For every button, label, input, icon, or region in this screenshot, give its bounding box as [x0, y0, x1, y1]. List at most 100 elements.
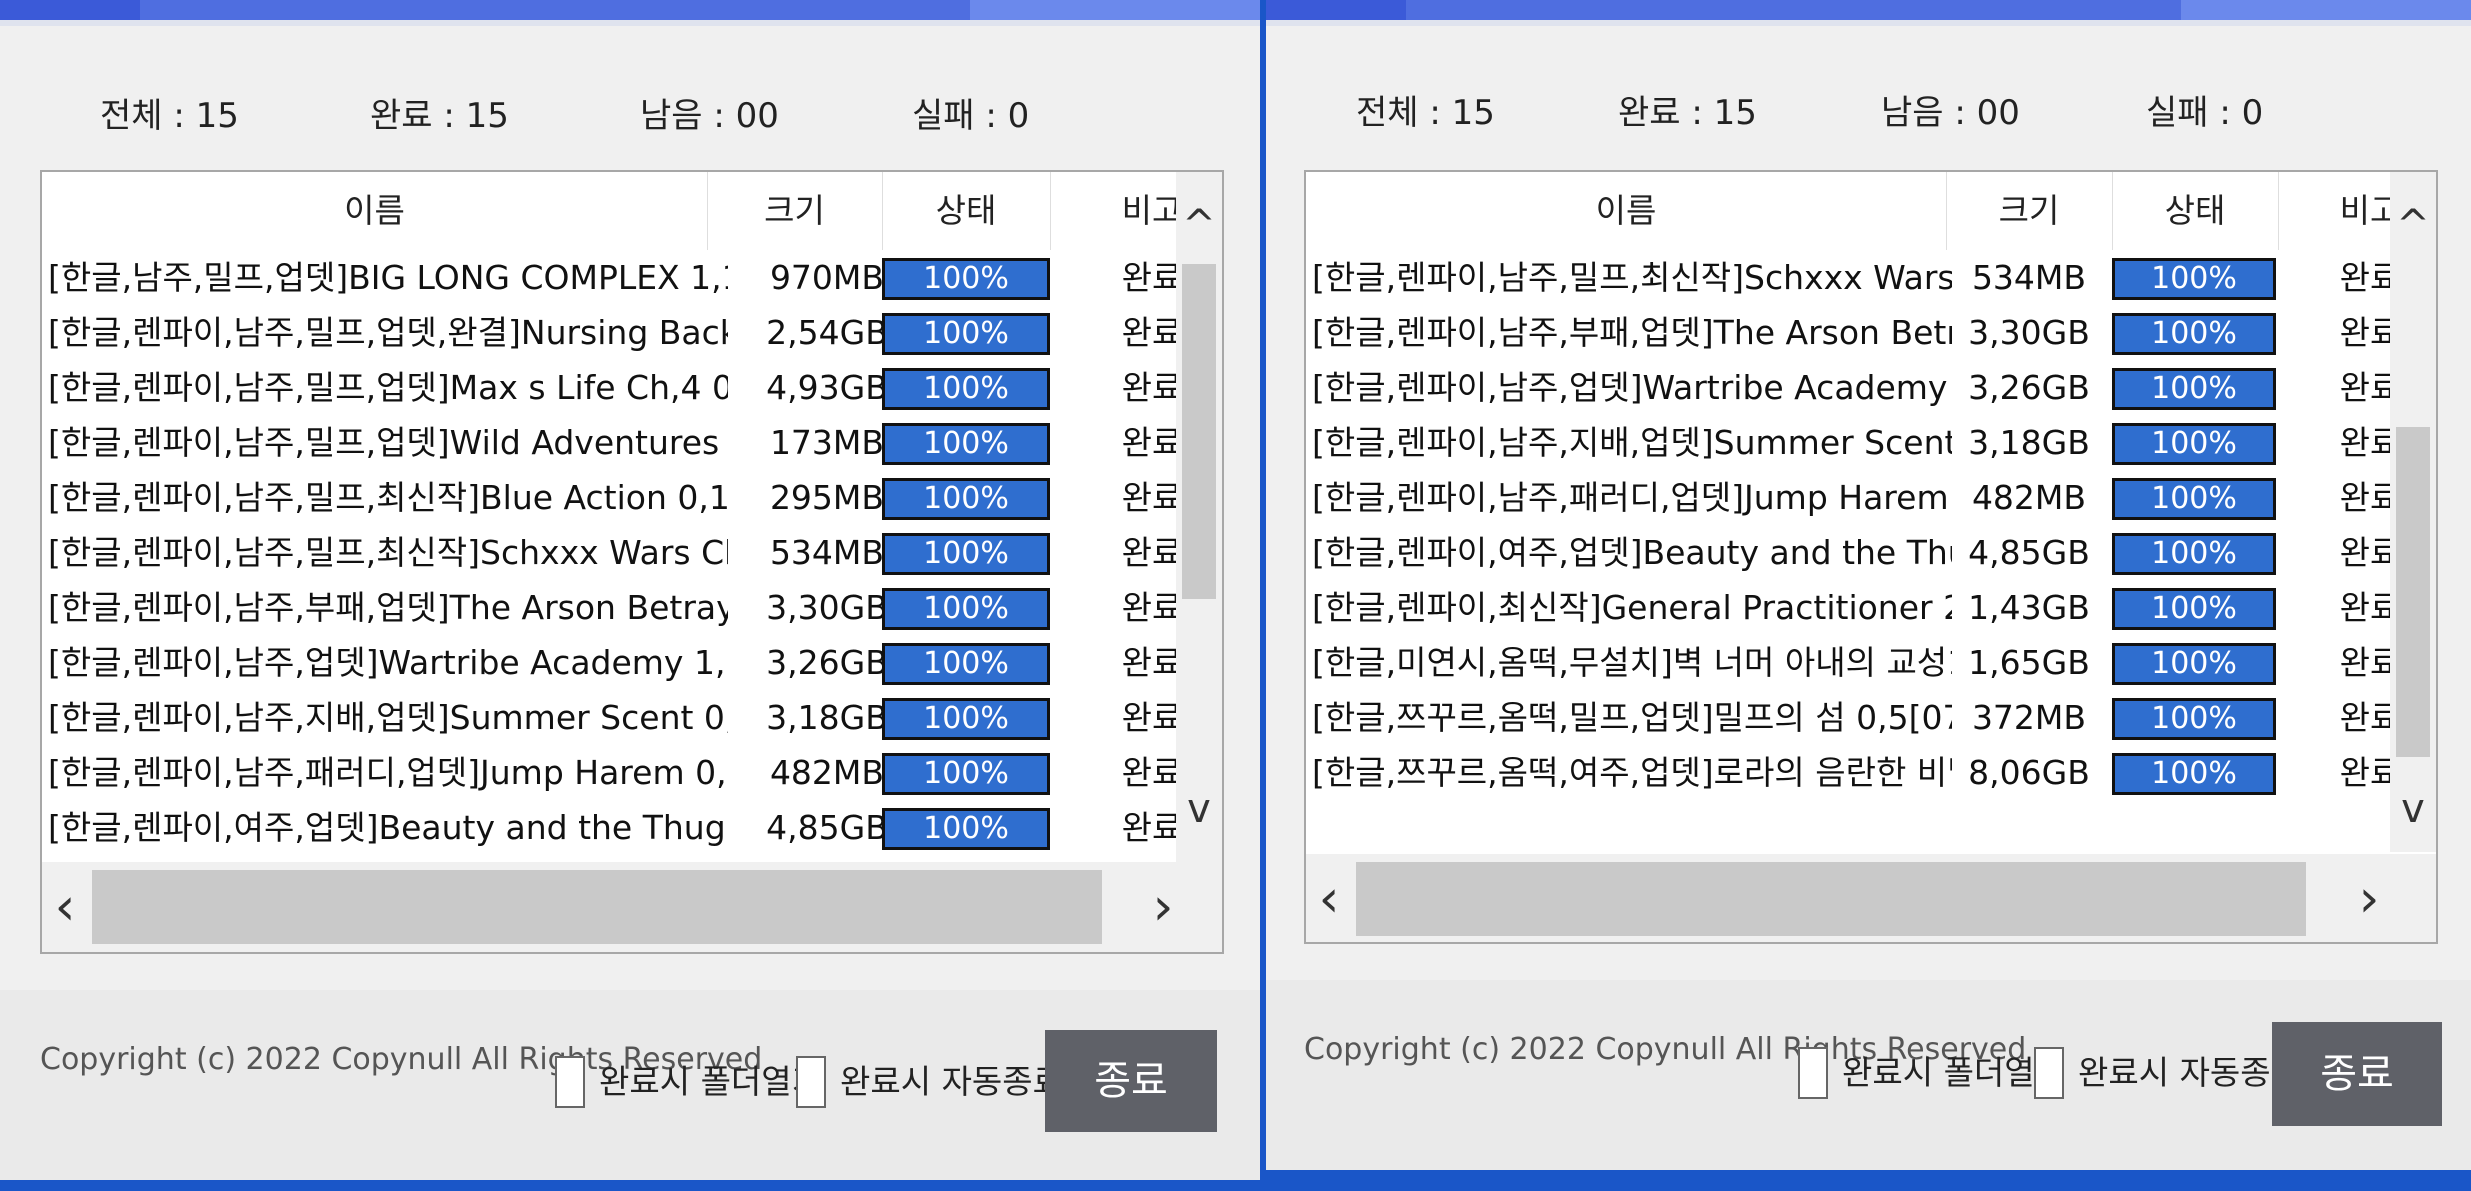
column-separator[interactable] — [1050, 172, 1051, 250]
scroll-right-icon[interactable]: › — [1140, 878, 1186, 936]
progress-bar: 100% — [2112, 643, 2276, 685]
table-row[interactable]: [한글,렌파이,남주,지배,업뎃]Summer Scent 0,6,2[07,2… — [1306, 415, 2400, 470]
title-bar[interactable] — [0, 0, 1260, 26]
column-header-name[interactable]: 이름 — [1306, 172, 1946, 250]
horizontal-scroll-thumb[interactable] — [1356, 862, 2306, 936]
exit-button[interactable]: 종료 — [1045, 1030, 1217, 1132]
table-row[interactable]: [한글,렌파이,남주,밀프,업뎃,완결]Nursing Back to Plea… — [42, 305, 1182, 360]
table-row[interactable]: [한글,렌파이,남주,부패,업뎃]The Arson Betrayal 0,5,… — [1306, 305, 2400, 360]
table-row[interactable]: [한글,렌파이,남주,업뎃]Wartribe Academy 1,5,1[07,… — [1306, 360, 2400, 415]
table-row[interactable]: [한글,미연시,옴떡,무설치]벽 너머 아내의 교성1 [07,22],zip,… — [1306, 635, 2400, 690]
checkbox-label: 완료시 폴더열기 — [599, 1062, 823, 1101]
table-row[interactable]: [한글,렌파이,여주,업뎃]Beauty and the Thug 0,1,1c… — [1306, 525, 2400, 580]
download-window-left: 전체 : 15 완료 : 15 남음 : 00 실패 : 0 이름 크기 상태 … — [0, 0, 1260, 1180]
stat-remaining: 남음 : 00 — [1881, 93, 2020, 133]
column-header-size[interactable]: 크기 — [707, 172, 882, 250]
file-size: 1,43GB — [1968, 588, 2090, 627]
column-header-status[interactable]: 상태 — [882, 172, 1050, 250]
title-bar-segment — [970, 0, 1260, 20]
title-bar-segment — [1266, 0, 1406, 20]
checkbox-box[interactable] — [1798, 1047, 1828, 1099]
title-bar-segment — [0, 0, 140, 20]
file-size: 534MB — [1971, 258, 2087, 297]
column-header-status[interactable]: 상태 — [2112, 172, 2278, 250]
progress-bar: 100% — [882, 698, 1050, 740]
horizontal-scroll-thumb[interactable] — [92, 870, 1102, 944]
table-row[interactable]: [한글,렌파이,여주,업뎃]Beauty and the Thug 0,1,1c… — [42, 800, 1182, 855]
scroll-up-icon[interactable]: ^ — [1176, 200, 1222, 250]
progress-bar: 100% — [2112, 478, 2276, 520]
scroll-down-icon[interactable]: v — [2390, 784, 2436, 834]
file-size: 8,06GB — [1968, 753, 2090, 792]
file-name: [한글,렌파이,남주,부패,업뎃]The Arson Betrayal 0,5,… — [48, 588, 728, 627]
file-size: 482MB — [1971, 478, 2087, 517]
file-name: [한글,렌파이,남주,지배,업뎃]Summer Scent 0,6,2[07,2… — [1312, 423, 1952, 462]
progress-bar: 100% — [882, 808, 1050, 850]
vertical-scrollbar[interactable]: ^ v — [1176, 172, 1222, 862]
checkbox-box[interactable] — [796, 1056, 826, 1108]
title-bar[interactable] — [1266, 0, 2471, 26]
table-row[interactable]: [한글,렌파이,최신작]General Practitioner 2 0,08[… — [1306, 580, 2400, 635]
table-row[interactable]: [한글,렌파이,남주,지배,업뎃]Summer Scent 0,6,2[07,2… — [42, 690, 1182, 745]
table-row[interactable]: [한글,렌파이,남주,밀프,최신작]Blue Action 0,1[07,22]… — [42, 470, 1182, 525]
scroll-left-icon[interactable]: ‹ — [42, 878, 88, 936]
progress-bar: 100% — [2112, 258, 2276, 300]
open-folder-checkbox[interactable]: 완료시 폴더열기 — [555, 1052, 822, 1112]
scroll-up-icon[interactable]: ^ — [2390, 200, 2436, 250]
auto-exit-checkbox[interactable]: 완료시 자동종료 — [2034, 1043, 2301, 1103]
vertical-scroll-thumb[interactable] — [1182, 264, 1216, 599]
file-size: 3,26GB — [1968, 368, 2090, 407]
checkbox-label: 완료시 자동종료 — [2078, 1053, 2302, 1092]
file-name: [한글,렌파이,남주,밀프,업뎃,완결]Nursing Back to Plea… — [48, 313, 728, 352]
table-row[interactable]: [한글,렌파이,남주,부패,업뎃]The Arson Betrayal 0,5,… — [42, 580, 1182, 635]
column-header-name[interactable]: 이름 — [42, 172, 707, 250]
file-list[interactable]: 이름 크기 상태 비고 [한글,남주,밀프,업뎃]BIG LONG COMPLE… — [40, 170, 1224, 954]
table-row[interactable]: [한글,렌파이,남주,밀프,최신작]Schxxx Wars Ch,0,4[07,… — [42, 525, 1182, 580]
file-size: 4,85GB — [1968, 533, 2090, 572]
table-row[interactable]: [한글,쯔꾸르,옴떡,밀프,업뎃]밀프의 섬 0,5[07,22],zip,ez… — [1306, 690, 2400, 745]
file-name: [한글,렌파이,남주,밀프,최신작]Schxxx Wars Ch,0,4[07,… — [1312, 258, 1952, 297]
stat-total: 전체 : 15 — [100, 96, 239, 136]
vertical-scroll-thumb[interactable] — [2396, 427, 2430, 757]
file-name: [한글,쯔꾸르,옴떡,여주,업뎃]로라의 음란한 비밀 1,2[07,22][강 — [1312, 753, 1952, 792]
table-row[interactable]: [한글,남주,밀프,업뎃]BIG LONG COMPLEX 1,1[07,22]… — [42, 250, 1182, 305]
stat-failed: 실패 : 0 — [2146, 93, 2264, 133]
table-row[interactable]: [한글,렌파이,남주,밀프,업뎃]Max s Life Ch,4 0,44[07… — [42, 360, 1182, 415]
horizontal-scrollbar[interactable]: ‹ › — [1306, 854, 2436, 942]
progress-bar: 100% — [882, 423, 1050, 465]
file-name: [한글,렌파이,남주,밀프,업뎃]Max s Life Ch,4 0,44[07… — [48, 368, 728, 407]
file-name: [한글,렌파이,남주,업뎃]Wartribe Academy 1,5,1[07,… — [48, 643, 728, 682]
scroll-left-icon[interactable]: ‹ — [1306, 870, 1352, 928]
file-name: [한글,렌파이,남주,업뎃]Wartribe Academy 1,5,1[07,… — [1312, 368, 1952, 407]
file-name: [한글,렌파이,남주,패러디,업뎃]Jump Harem 0,20[07,22]… — [1312, 478, 1952, 517]
file-size: 3,18GB — [1968, 423, 2090, 462]
table-row[interactable]: [한글,렌파이,남주,패러디,업뎃]Jump Harem 0,20[07,22]… — [42, 745, 1182, 800]
file-name: [한글,쯔꾸르,옴떡,밀프,업뎃]밀프의 섬 0,5[07,22],zip,ez… — [1312, 698, 1952, 737]
file-name: [한글,렌파이,남주,밀프,최신작]Blue Action 0,1[07,22]… — [48, 478, 728, 517]
stat-done: 완료 : 15 — [370, 96, 509, 136]
file-name: [한글,미연시,옴떡,무설치]벽 너머 아내의 교성1 [07,22],zip,… — [1312, 643, 1952, 682]
table-row[interactable]: [한글,렌파이,남주,패러디,업뎃]Jump Harem 0,20[07,22]… — [1306, 470, 2400, 525]
table-row[interactable]: [한글,렌파이,남주,밀프,최신작]Schxxx Wars Ch,0,4[07,… — [1306, 250, 2400, 305]
file-list[interactable]: 이름 크기 상태 비고 [한글,렌파이,남주,밀프,최신작]Schxxx War… — [1304, 170, 2438, 944]
checkbox-box[interactable] — [2034, 1047, 2064, 1099]
table-row[interactable]: [한글,렌파이,남주,밀프,업뎃]Wild Adventures The Seq… — [42, 415, 1182, 470]
table-row[interactable]: [한글,렌파이,남주,업뎃]Wartribe Academy 1,5,1[07,… — [42, 635, 1182, 690]
column-header-size[interactable]: 크기 — [1946, 172, 2112, 250]
file-size: 1,65GB — [1968, 643, 2090, 682]
scroll-right-icon[interactable]: › — [2346, 870, 2392, 928]
progress-bar: 100% — [882, 588, 1050, 630]
scroll-down-icon[interactable]: v — [1176, 784, 1222, 834]
checkbox-box[interactable] — [555, 1056, 585, 1108]
download-window-right: 전체 : 15 완료 : 15 남음 : 00 실패 : 0 이름 크기 상태 … — [1266, 0, 2471, 1170]
auto-exit-checkbox[interactable]: 완료시 자동종료 — [796, 1052, 1063, 1112]
progress-bar: 100% — [882, 478, 1050, 520]
column-separator[interactable] — [2278, 172, 2279, 250]
open-folder-checkbox[interactable]: 완료시 폴더열기 — [1798, 1043, 2065, 1103]
table-row[interactable]: [한글,쯔꾸르,옴떡,여주,업뎃]로라의 음란한 비밀 1,2[07,22][강… — [1306, 745, 2400, 800]
progress-bar: 100% — [2112, 698, 2276, 740]
vertical-scrollbar[interactable]: ^ v — [2390, 172, 2436, 852]
file-name: [한글,렌파이,남주,지배,업뎃]Summer Scent 0,6,2[07,2… — [48, 698, 728, 737]
horizontal-scrollbar[interactable]: ‹ › — [42, 862, 1222, 952]
exit-button[interactable]: 종료 — [2272, 1022, 2442, 1126]
